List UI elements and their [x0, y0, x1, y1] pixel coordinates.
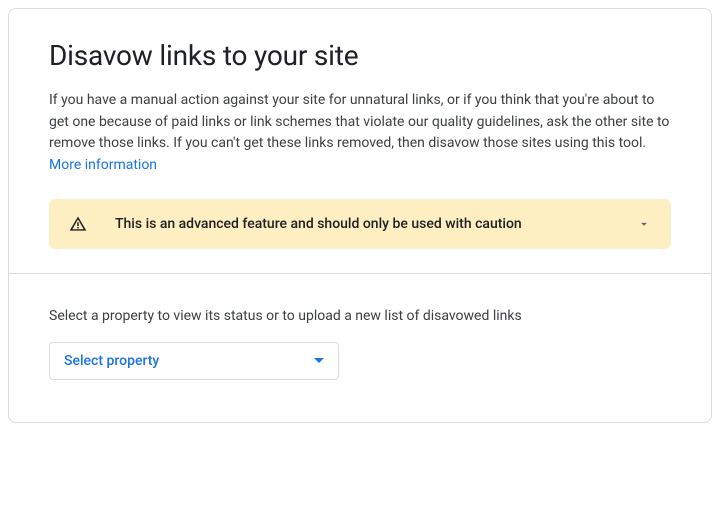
- description-text: If you have a manual action against your…: [49, 92, 669, 151]
- card-top-section: Disavow links to your site If you have a…: [9, 9, 711, 273]
- page-title: Disavow links to your site: [49, 39, 671, 72]
- warning-banner[interactable]: This is an advanced feature and should o…: [49, 199, 671, 249]
- page-description: If you have a manual action against your…: [49, 90, 671, 177]
- warning-triangle-icon: [67, 213, 89, 235]
- main-card: Disavow links to your site If you have a…: [8, 8, 712, 423]
- warning-text: This is an advanced feature and should o…: [115, 216, 635, 232]
- select-property-dropdown[interactable]: Select property: [49, 342, 339, 380]
- chevron-down-icon: [635, 215, 653, 233]
- dropdown-selected-text: Select property: [64, 353, 159, 369]
- more-info-link[interactable]: More information: [49, 157, 157, 173]
- dropdown-arrow-icon: [314, 358, 324, 363]
- card-bottom-section: Select a property to view its status or …: [9, 274, 711, 422]
- select-property-label: Select a property to view its status or …: [49, 308, 671, 324]
